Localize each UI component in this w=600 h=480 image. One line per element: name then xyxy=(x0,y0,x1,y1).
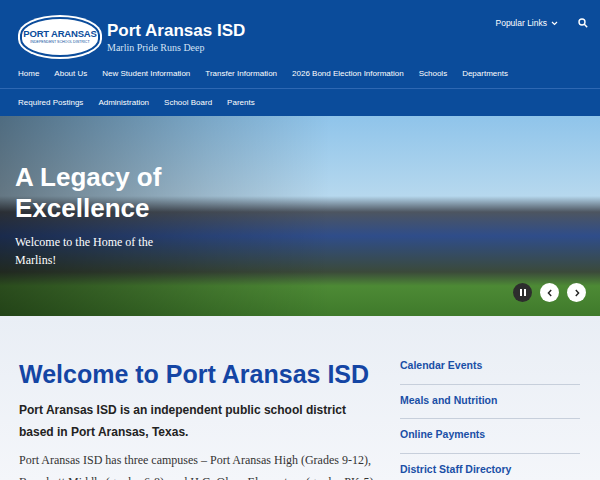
nav-row: Home About Us New Student Information Trans… xyxy=(0,60,600,88)
chevron-down-icon xyxy=(551,21,558,26)
nav-link-item[interactable]: Home xyxy=(18,68,39,80)
logo-title: PORT ARANSAS xyxy=(23,29,96,39)
chevron-left-icon xyxy=(546,289,554,297)
quick-link[interactable]: District Staff Directory xyxy=(400,454,580,480)
site-tagline: Marlin Pride Runs Deep xyxy=(107,41,245,55)
quick-links: Calendar EventsMeals and NutritionOnline… xyxy=(400,316,580,480)
chevron-right-icon xyxy=(573,289,581,297)
main-navigation: Home About Us New Student Information Trans… xyxy=(0,60,600,116)
nav-link-item[interactable]: Departments xyxy=(462,68,508,80)
quick-link[interactable]: Online Payments xyxy=(400,419,580,454)
pause-bar xyxy=(520,289,522,296)
nav-link-item[interactable]: About Us xyxy=(54,68,87,80)
hero-slideshow: A Legacy of Excellence Welcome to the Ho… xyxy=(0,116,600,316)
hero-title: A Legacy of Excellence xyxy=(15,162,205,224)
nav-link-item[interactable]: 2026 Bond Election Information xyxy=(292,68,404,80)
nav-link-item[interactable]: Transfer Information xyxy=(205,68,277,80)
nav-link-item[interactable]: School Board xyxy=(164,97,212,109)
popular-links-label: Popular Links xyxy=(495,17,547,30)
welcome-lead: Port Aransas ISD is an independent publi… xyxy=(19,399,380,443)
site-title[interactable]: Port Aransas ISD xyxy=(107,21,245,41)
previous-button[interactable] xyxy=(540,283,559,302)
nav-link-item[interactable]: Schools xyxy=(419,68,447,80)
nav-row: Required Postings Administration School Bo… xyxy=(0,88,600,116)
popular-links-menu[interactable]: Popular Links xyxy=(495,17,558,30)
welcome-section: Welcome to Port Aransas ISD Port Aransas… xyxy=(0,316,600,480)
pause-bar xyxy=(524,289,526,296)
quick-link[interactable]: Calendar Events xyxy=(400,350,580,385)
hero-subtitle: Welcome to the Home of the Marlins! xyxy=(15,234,165,269)
nav-link-item[interactable]: Administration xyxy=(98,97,149,109)
search-icon[interactable] xyxy=(578,18,588,28)
nav-link-item[interactable]: Required Postings xyxy=(18,97,83,109)
quick-link[interactable]: Meals and Nutrition xyxy=(400,385,580,420)
district-logo[interactable]: PORT ARANSAS INDEPENDENT SCHOOL DISTRICT xyxy=(20,17,100,57)
nav-link-item[interactable]: New Student Information xyxy=(102,68,190,80)
site-header: PORT ARANSAS INDEPENDENT SCHOOL DISTRICT… xyxy=(0,0,600,116)
logo-subtitle: INDEPENDENT SCHOOL DISTRICT xyxy=(30,41,89,45)
welcome-heading: Welcome to Port Aransas ISD xyxy=(19,359,380,389)
next-button[interactable] xyxy=(567,283,586,302)
welcome-body: Port Aransas ISD has three campuses – Po… xyxy=(19,449,380,480)
nav-link-item[interactable]: Parents xyxy=(227,97,255,109)
pause-button[interactable] xyxy=(513,283,532,302)
